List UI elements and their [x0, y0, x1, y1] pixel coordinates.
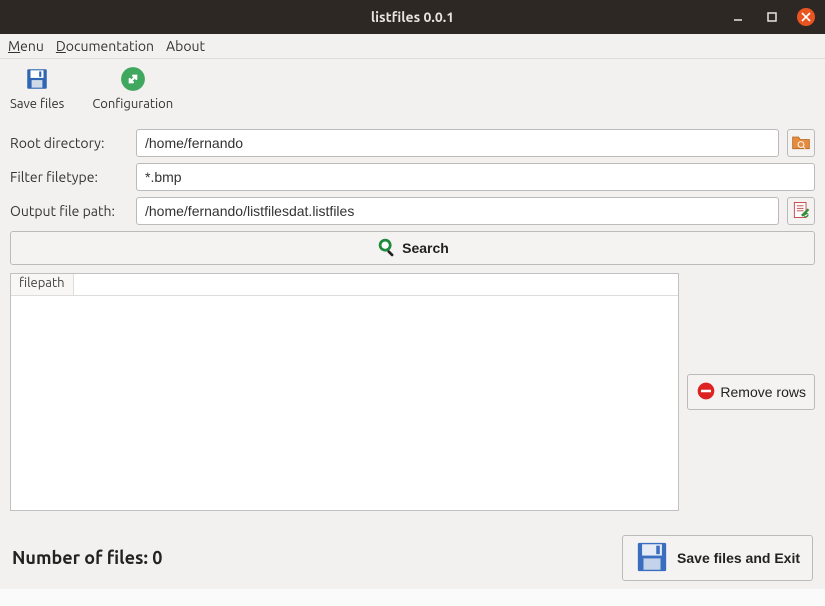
- menubar: Menu Documentation About: [0, 34, 825, 59]
- save-exit-icon: [635, 540, 669, 577]
- titlebar: listfiles 0.0.1: [0, 0, 825, 34]
- remove-icon: [696, 381, 716, 404]
- column-filepath[interactable]: filepath: [11, 274, 74, 295]
- window-title: listfiles 0.0.1: [371, 9, 454, 25]
- titlebar-controls: [729, 8, 815, 26]
- menu-documentation[interactable]: Documentation: [56, 38, 154, 54]
- maximize-button[interactable]: [763, 8, 781, 26]
- save-files-label: Save files: [10, 97, 64, 111]
- folder-icon: [791, 133, 811, 154]
- results-row: filepath Remove rows: [10, 273, 815, 511]
- file-count-value: 0: [152, 548, 162, 568]
- close-button[interactable]: [797, 8, 815, 26]
- gear-icon: [119, 65, 147, 93]
- save-files-button[interactable]: Save files: [10, 65, 64, 111]
- output-path-label: Output file path:: [10, 203, 128, 219]
- menu-about[interactable]: About: [166, 38, 205, 54]
- configuration-label: Configuration: [92, 97, 173, 111]
- results-table[interactable]: filepath: [10, 273, 679, 511]
- root-directory-label: Root directory:: [10, 135, 128, 151]
- remove-rows-label: Remove rows: [720, 384, 806, 400]
- edit-output-button[interactable]: [787, 197, 815, 225]
- menu-menu[interactable]: Menu: [8, 38, 44, 54]
- filter-filetype-row: Filter filetype:: [10, 163, 815, 191]
- root-directory-row: Root directory:: [10, 129, 815, 157]
- search-label: Search: [402, 240, 449, 256]
- filter-filetype-input[interactable]: [136, 163, 815, 191]
- minimize-button[interactable]: [729, 8, 747, 26]
- search-icon: [376, 236, 398, 261]
- file-count-label: Number of files:: [12, 548, 152, 568]
- file-count: Number of files: 0: [12, 548, 162, 568]
- search-button[interactable]: Search: [10, 231, 815, 265]
- output-path-row: Output file path:: [10, 197, 815, 225]
- filter-filetype-label: Filter filetype:: [10, 169, 128, 185]
- remove-rows-button[interactable]: Remove rows: [687, 374, 815, 410]
- content: Root directory: Filter filetype: Output …: [0, 121, 825, 589]
- toolbar: Save files Configuration: [0, 59, 825, 121]
- edit-file-icon: [791, 200, 811, 223]
- root-directory-input[interactable]: [136, 129, 779, 157]
- configuration-button[interactable]: Configuration: [92, 65, 173, 111]
- bottom-bar: Number of files: 0 Save files and Exit: [10, 535, 815, 581]
- table-header: filepath: [11, 274, 678, 296]
- browse-folder-button[interactable]: [787, 129, 815, 157]
- save-exit-label: Save files and Exit: [677, 550, 800, 566]
- save-icon: [23, 65, 51, 93]
- save-files-and-exit-button[interactable]: Save files and Exit: [622, 535, 813, 581]
- output-path-input[interactable]: [136, 197, 779, 225]
